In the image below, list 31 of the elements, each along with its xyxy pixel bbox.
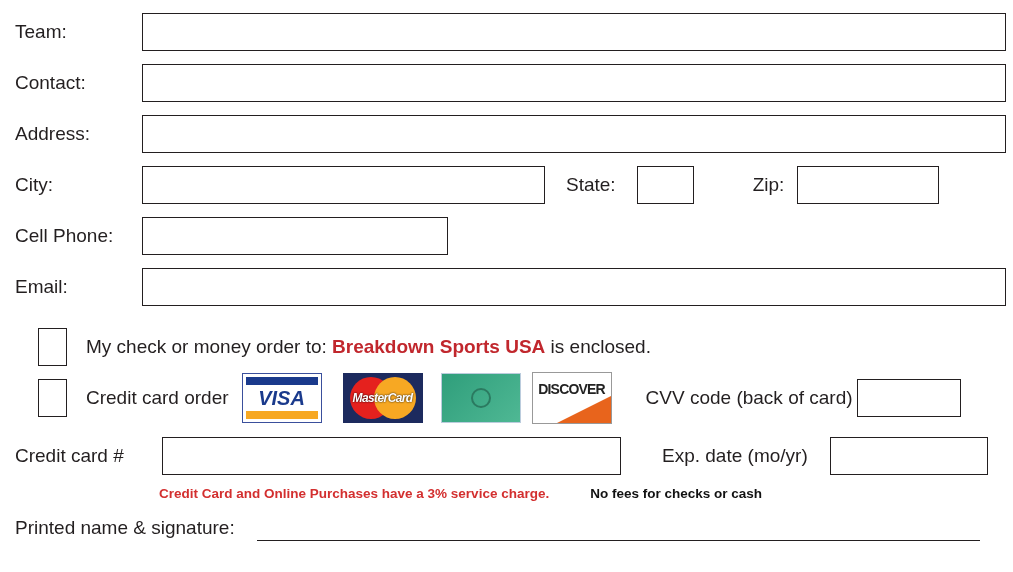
field-label: Printed name & signature: <box>15 517 235 539</box>
field-label: Team: <box>15 20 68 43</box>
input-field[interactable] <box>636 165 694 204</box>
service-charge-note: Credit Card and Online Purchases have a 3% service charge. <box>159 485 550 501</box>
input-field[interactable] <box>142 114 1006 153</box>
field-label: Cell Phone: <box>15 224 115 247</box>
field-label: Email: <box>15 275 69 298</box>
payment-option-label: Credit card order <box>86 386 229 409</box>
field-label: CVV code (back of card) <box>645 386 853 409</box>
field-label: City: <box>15 173 54 196</box>
checkbox[interactable] <box>38 378 67 417</box>
field-label: Credit card # <box>15 444 125 467</box>
input-field[interactable] <box>142 63 1006 102</box>
field-label: Address: <box>15 122 91 145</box>
visa-logo: VISA <box>241 372 322 423</box>
field-label: State: <box>566 173 616 196</box>
input-field[interactable] <box>856 378 961 417</box>
field-label: Exp. date (mo/yr) <box>662 444 808 467</box>
input-field[interactable] <box>142 12 1006 51</box>
payment-option-label: My check or money order to: Breakdown Sports USA is enclosed. <box>86 335 651 358</box>
input-field[interactable] <box>142 165 545 204</box>
input-field[interactable] <box>142 216 448 255</box>
input-field[interactable] <box>162 436 621 475</box>
discover-logo: DISCOVER <box>531 371 612 424</box>
input-field[interactable] <box>829 436 988 475</box>
fees-note: No fees for checks or cash <box>590 485 762 501</box>
input-field[interactable] <box>142 267 1006 306</box>
field-label: Zip: <box>752 173 785 196</box>
input-field[interactable] <box>797 165 940 204</box>
field-label: Contact: <box>15 71 87 94</box>
checkbox[interactable] <box>38 327 67 366</box>
